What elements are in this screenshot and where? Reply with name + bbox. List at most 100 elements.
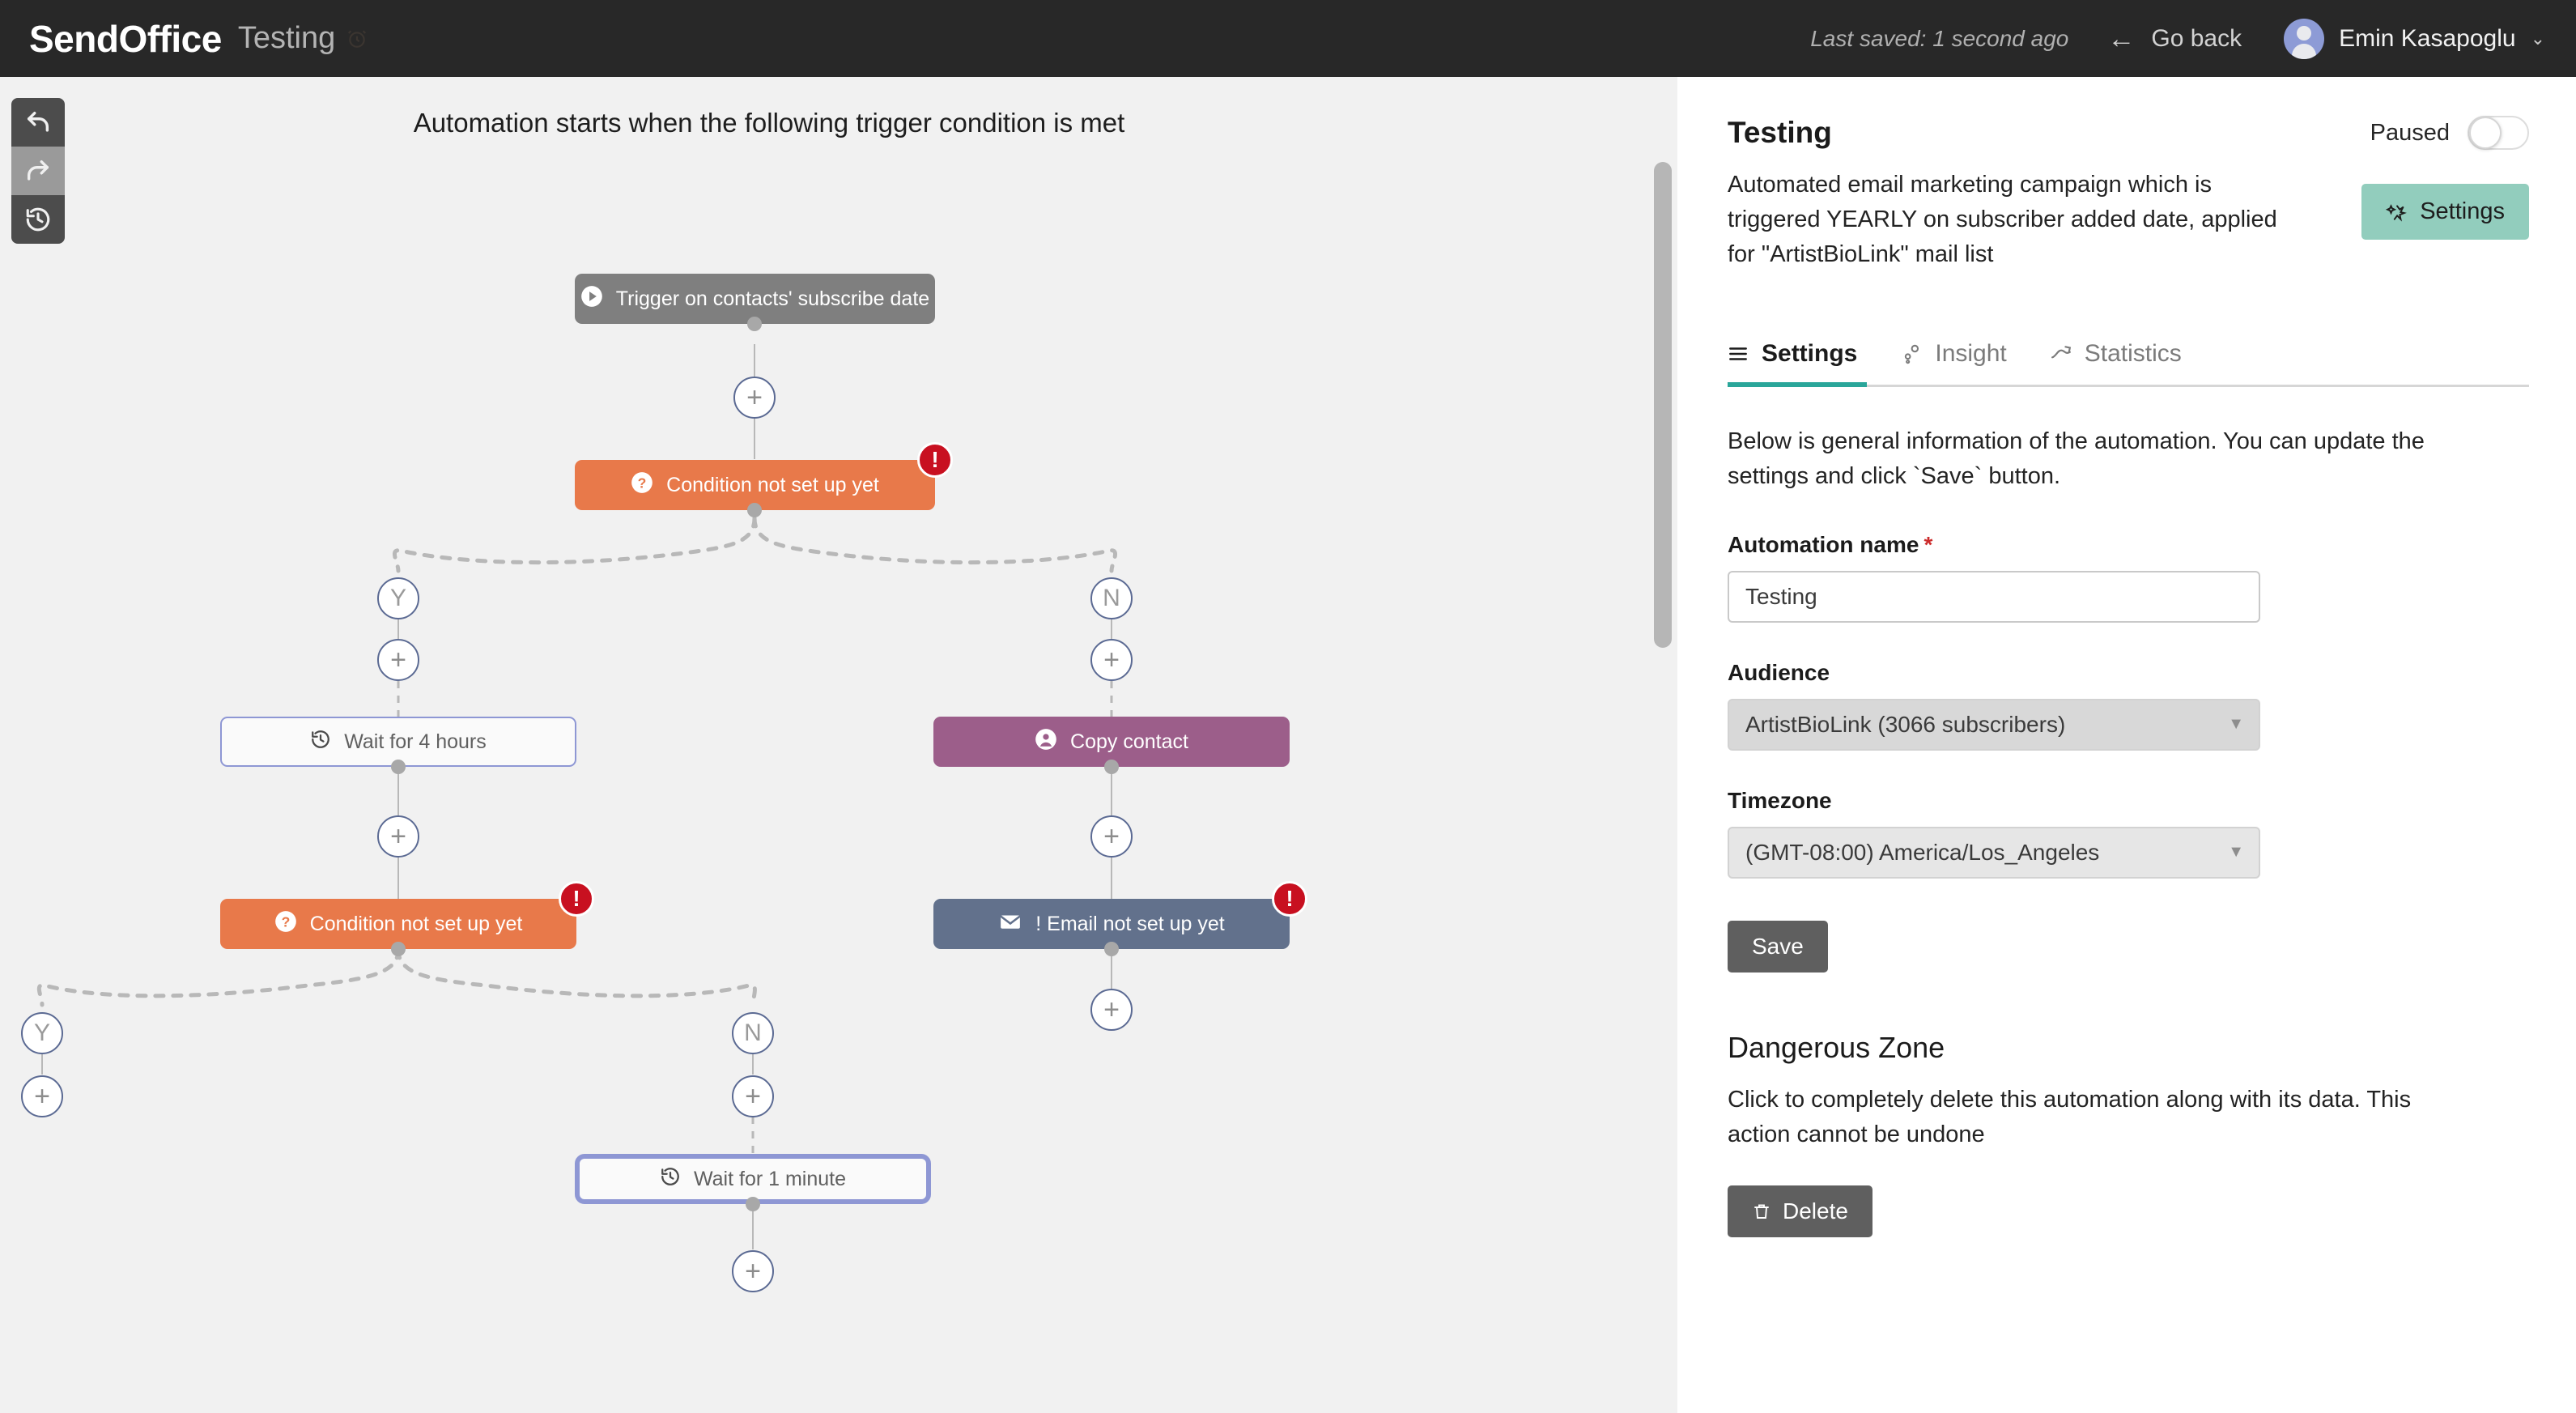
question-icon: ? bbox=[631, 471, 653, 500]
timezone-label: Timezone bbox=[1728, 787, 1832, 813]
audience-value: ArtistBioLink (3066 subscribers) bbox=[1745, 711, 2066, 737]
canvas-toolbar bbox=[11, 98, 65, 244]
panel-header: Testing Automated email marketing campai… bbox=[1728, 116, 2529, 272]
last-saved-status: Last saved: 1 second ago bbox=[1810, 25, 2069, 51]
chevron-down-icon: ▼ bbox=[2228, 843, 2244, 862]
add-step-button-7[interactable]: + bbox=[21, 1075, 63, 1117]
automation-name-label: Automation name * bbox=[1728, 532, 2529, 558]
panel-tabs: Settings Insight Statistics bbox=[1728, 324, 2529, 387]
avatar bbox=[2284, 18, 2325, 59]
automation-canvas[interactable]: Automation starts when the following tri… bbox=[0, 77, 1677, 1413]
chevron-down-icon: ▼ bbox=[2228, 715, 2244, 734]
node-label: Wait for 1 minute bbox=[693, 1167, 847, 1190]
tab-label: Insight bbox=[1935, 340, 2007, 368]
document-title: Testing bbox=[237, 21, 336, 55]
question-icon: ? bbox=[274, 910, 297, 938]
label-text: Automation name bbox=[1728, 531, 1919, 557]
pause-toggle[interactable] bbox=[2468, 116, 2529, 150]
user-icon bbox=[1035, 728, 1057, 756]
chevron-down-icon: ⌄ bbox=[2530, 28, 2545, 49]
settings-button[interactable]: Settings bbox=[2361, 184, 2529, 240]
toggle-knob bbox=[2469, 117, 2502, 149]
settings-panel: Testing Automated email marketing campai… bbox=[1677, 77, 2576, 1413]
canvas-title: Automation starts when the following tri… bbox=[413, 108, 1125, 138]
error-badge-condition-1[interactable]: ! bbox=[917, 442, 953, 478]
chart-icon bbox=[2051, 343, 2072, 364]
tab-label: Statistics bbox=[2084, 340, 2182, 368]
active-tab-indicator bbox=[1728, 381, 1867, 387]
play-icon bbox=[580, 285, 603, 313]
node-label: Trigger on contacts' subscribe date bbox=[615, 287, 930, 310]
required-mark: * bbox=[1923, 531, 1933, 557]
add-step-button-5[interactable]: + bbox=[1090, 815, 1133, 858]
automation-name-input[interactable] bbox=[1728, 570, 2260, 623]
alarm-clock-icon bbox=[346, 28, 368, 49]
history-icon bbox=[660, 1166, 681, 1193]
add-step-button-3[interactable]: + bbox=[1090, 639, 1133, 681]
save-button[interactable]: Save bbox=[1728, 920, 1828, 973]
history-icon bbox=[310, 729, 331, 755]
tab-insight[interactable]: Insight bbox=[1901, 324, 2007, 385]
insight-icon bbox=[1901, 343, 1922, 364]
delete-button[interactable]: Delete bbox=[1728, 1185, 1872, 1237]
branch-yes-1[interactable]: Y bbox=[377, 577, 419, 619]
menu-icon bbox=[1728, 343, 1749, 364]
node-port bbox=[391, 942, 406, 956]
node-port bbox=[391, 760, 406, 774]
add-step-button-2[interactable]: + bbox=[377, 639, 419, 681]
audience-field: Audience ArtistBioLink (3066 subscribers… bbox=[1728, 660, 2529, 751]
user-name: Emin Kasapoglu bbox=[2339, 24, 2516, 52]
pause-label: Paused bbox=[2370, 119, 2450, 146]
tab-label: Settings bbox=[1762, 340, 1858, 368]
node-label: Wait for 4 hours bbox=[344, 730, 487, 753]
add-step-button-6[interactable]: + bbox=[1090, 989, 1133, 1031]
audience-select[interactable]: ArtistBioLink (3066 subscribers) ▼ bbox=[1728, 698, 2260, 751]
add-step-button-9[interactable]: + bbox=[732, 1250, 774, 1292]
node-label: Condition not set up yet bbox=[309, 912, 523, 935]
dangerous-zone-title: Dangerous Zone bbox=[1728, 1030, 1945, 1064]
panel-header-text: Testing Automated email marketing campai… bbox=[1728, 116, 2327, 272]
dangerous-zone-text: Click to completely delete this automati… bbox=[1728, 1086, 2412, 1148]
top-bar: SendOffice Testing Last saved: 1 second … bbox=[0, 0, 2576, 77]
add-step-button-8[interactable]: + bbox=[732, 1075, 774, 1117]
go-back-label: Go back bbox=[2151, 24, 2242, 52]
envelope-icon bbox=[998, 909, 1022, 939]
node-port bbox=[746, 1197, 760, 1211]
error-badge-email[interactable]: ! bbox=[1272, 881, 1307, 917]
history-button[interactable] bbox=[11, 195, 65, 244]
panel-title: Testing bbox=[1728, 116, 1832, 149]
back-arrow-icon: ← bbox=[2107, 23, 2136, 54]
branch-no-2[interactable]: N bbox=[732, 1012, 774, 1054]
timezone-value: (GMT-08:00) America/Los_Angeles bbox=[1745, 839, 2100, 865]
tab-statistics[interactable]: Statistics bbox=[2051, 324, 2182, 385]
node-port bbox=[1104, 942, 1119, 956]
error-badge-condition-2[interactable]: ! bbox=[559, 881, 594, 917]
timezone-select[interactable]: (GMT-08:00) America/Los_Angeles ▼ bbox=[1728, 826, 2260, 879]
node-port bbox=[747, 503, 762, 517]
node-port bbox=[1104, 760, 1119, 774]
user-menu[interactable]: Emin Kasapoglu ⌄ bbox=[2284, 18, 2545, 59]
app-logo: SendOffice bbox=[29, 17, 222, 60]
timezone-field: Timezone (GMT-08:00) America/Los_Angeles… bbox=[1728, 788, 2529, 879]
top-bar-right: Last saved: 1 second ago ← Go back Emin … bbox=[1810, 18, 2545, 59]
pause-toggle-row: Paused bbox=[2370, 116, 2529, 150]
svg-text:?: ? bbox=[638, 475, 647, 491]
sparkle-icon bbox=[2386, 202, 2408, 223]
settings-button-label: Settings bbox=[2420, 198, 2505, 224]
canvas-scrollbar[interactable] bbox=[1654, 162, 1672, 648]
audience-label: Audience bbox=[1728, 659, 1830, 685]
tab-settings[interactable]: Settings bbox=[1728, 324, 1857, 385]
panel-description: Automated email marketing campaign which… bbox=[1728, 172, 2277, 267]
add-step-button-1[interactable]: + bbox=[733, 377, 776, 419]
redo-button[interactable] bbox=[11, 147, 65, 195]
settings-help-text: Below is general information of the auto… bbox=[1728, 428, 2425, 490]
node-label: ! Email not set up yet bbox=[1035, 912, 1225, 935]
branch-yes-2[interactable]: Y bbox=[21, 1012, 63, 1054]
node-port bbox=[747, 317, 762, 331]
undo-button[interactable] bbox=[11, 98, 65, 147]
trash-icon bbox=[1752, 1202, 1771, 1221]
delete-button-label: Delete bbox=[1783, 1198, 1848, 1224]
go-back-button[interactable]: ← Go back bbox=[2107, 25, 2242, 53]
branch-no-1[interactable]: N bbox=[1090, 577, 1133, 619]
add-step-button-4[interactable]: + bbox=[377, 815, 419, 858]
